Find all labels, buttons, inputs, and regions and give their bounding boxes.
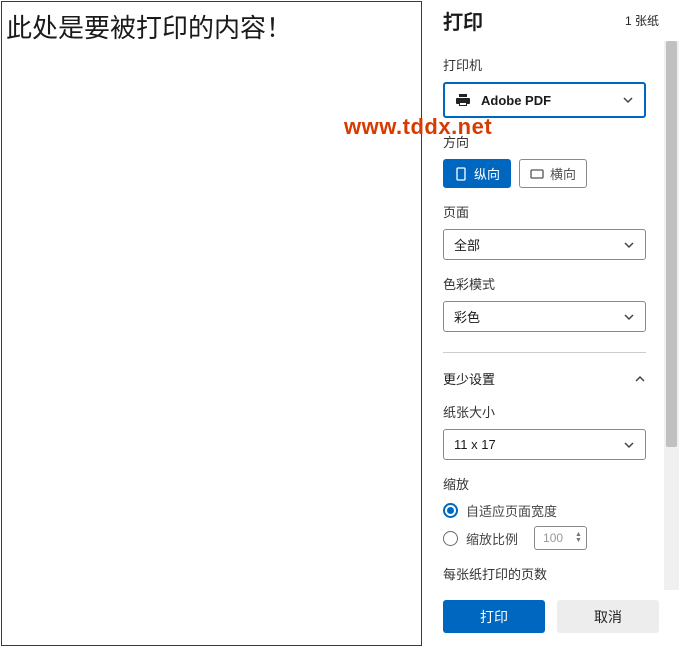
scrollbar[interactable] (664, 41, 679, 590)
less-settings-label: 更少设置 (443, 369, 495, 388)
printer-label: 打印机 (443, 55, 646, 74)
portrait-icon (454, 167, 468, 181)
scale-fit-row[interactable]: 自适应页面宽度 (443, 501, 646, 520)
sheet-count: 1 张纸 (625, 12, 659, 29)
printer-value: Adobe PDF (481, 93, 551, 108)
portrait-label: 纵向 (474, 164, 500, 183)
dialog-title: 打印 (443, 6, 483, 35)
color-mode-label: 色彩模式 (443, 274, 646, 293)
landscape-icon (530, 167, 544, 181)
preview-content: 此处是要被打印的内容！ (6, 8, 417, 45)
radio-custom-scale[interactable] (443, 531, 458, 546)
chevron-down-icon (623, 239, 635, 251)
pages-select[interactable]: 全部 (443, 229, 646, 260)
scale-label: 缩放 (443, 474, 646, 493)
orientation-portrait[interactable]: 纵向 (443, 159, 511, 188)
orientation-field: 方向 纵向 横向 (443, 132, 646, 188)
watermark-text: www.tddx.net (344, 114, 492, 140)
orientation-landscape[interactable]: 横向 (519, 159, 587, 188)
paper-size-field: 纸张大小 11 x 17 (443, 402, 646, 460)
radio-fit-width[interactable] (443, 503, 458, 518)
paper-size-select[interactable]: 11 x 17 (443, 429, 646, 460)
chevron-down-icon (623, 311, 635, 323)
chevron-down-icon (623, 439, 635, 451)
spinner-controls: ▲ ▼ (575, 532, 582, 544)
print-preview: 此处是要被打印的内容！ (1, 1, 422, 646)
chevron-down-icon (622, 94, 634, 106)
spinner-down[interactable]: ▼ (575, 538, 582, 544)
scale-input[interactable] (543, 531, 573, 545)
cancel-button[interactable]: 取消 (557, 600, 659, 633)
color-mode-select[interactable]: 彩色 (443, 301, 646, 332)
scrollbar-track[interactable] (664, 41, 679, 590)
chevron-up-icon (634, 373, 646, 385)
panel-header: 打印 1 张纸 (423, 0, 679, 41)
scale-field: 缩放 自适应页面宽度 缩放比例 ▲ ▼ (443, 474, 646, 550)
scrollbar-thumb[interactable] (666, 41, 677, 447)
custom-scale-label: 缩放比例 (466, 529, 518, 548)
color-mode-field: 色彩模式 彩色 (443, 274, 646, 332)
divider (443, 352, 646, 353)
pages-per-sheet-label: 每张纸打印的页数 (443, 564, 646, 583)
color-mode-value: 彩色 (454, 307, 480, 326)
fit-width-label: 自适应页面宽度 (466, 501, 557, 520)
orientation-toggle-group: 纵向 横向 (443, 159, 646, 188)
printer-field: 打印机 Adobe PDF (443, 55, 646, 118)
landscape-label: 横向 (550, 164, 576, 183)
printer-select[interactable]: Adobe PDF (443, 82, 646, 118)
paper-size-value: 11 x 17 (454, 437, 496, 452)
pages-field: 页面 全部 (443, 202, 646, 260)
settings-panel: 打印 1 张纸 打印机 Adobe PDF (423, 0, 679, 647)
scale-spinner[interactable]: ▲ ▼ (534, 526, 587, 550)
pages-per-sheet-field: 每张纸打印的页数 1 (443, 564, 646, 590)
less-settings-toggle[interactable]: 更少设置 (443, 369, 646, 388)
dialog-footer: 打印 取消 (423, 590, 679, 647)
print-button[interactable]: 打印 (443, 600, 545, 633)
pages-label: 页面 (443, 202, 646, 221)
scale-custom-row[interactable]: 缩放比例 ▲ ▼ (443, 526, 646, 550)
print-dialog: 此处是要被打印的内容！ www.tddx.net 打印 1 张纸 打印机 Ado… (0, 0, 679, 647)
pages-value: 全部 (454, 235, 480, 254)
printer-icon (455, 92, 471, 108)
paper-size-label: 纸张大小 (443, 402, 646, 421)
